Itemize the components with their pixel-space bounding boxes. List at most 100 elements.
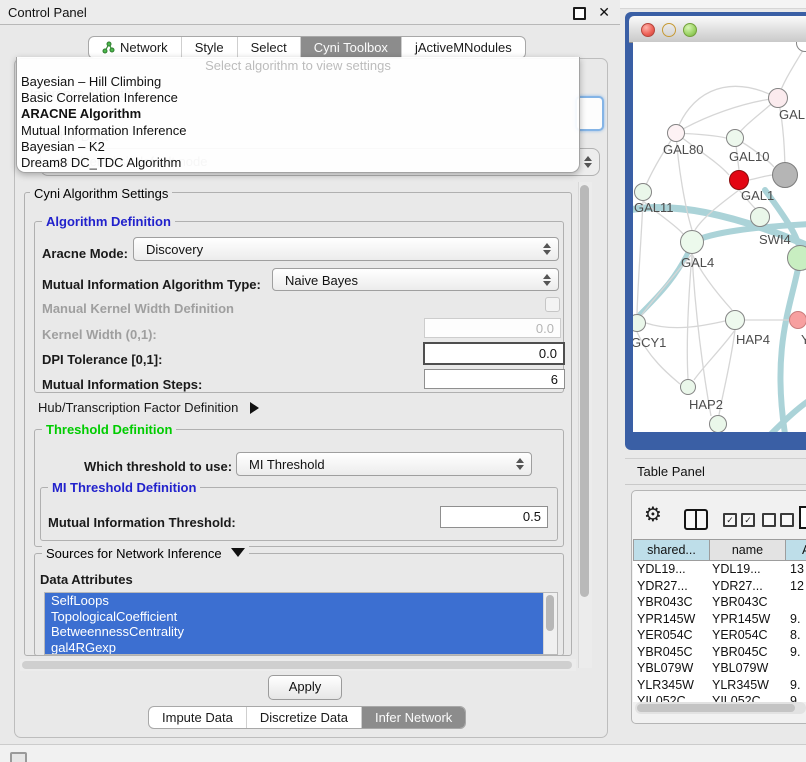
dropdown-item[interactable]: Bayesian – Hill Climbing xyxy=(17,74,579,90)
dropdown-item[interactable]: Bayesian – K2 xyxy=(17,139,579,155)
sources-group-title[interactable]: Sources for Network Inference xyxy=(42,546,249,561)
column-header-cut[interactable]: A xyxy=(786,539,806,561)
node[interactable] xyxy=(750,207,770,227)
cell[interactable]: YLR345W xyxy=(712,678,769,692)
cell[interactable]: YDL19... xyxy=(637,562,686,576)
node-gal4[interactable] xyxy=(680,230,704,254)
hub-definition-expander[interactable]: Hub/Transcription Factor Definition xyxy=(38,400,259,415)
minimize-traffic-light-icon[interactable] xyxy=(662,23,676,37)
network-window-titlebar[interactable] xyxy=(629,16,806,43)
checked-checkbox-icon[interactable]: ✓ xyxy=(723,513,737,527)
table-panel-header: Table Panel xyxy=(625,458,806,485)
cell[interactable]: YBR043C xyxy=(712,595,768,609)
mi-type-combo[interactable]: Naive Bayes xyxy=(272,268,559,291)
algorithm-dropdown-popup: Select algorithm to view settings Bayesi… xyxy=(16,57,580,173)
node-gal11[interactable] xyxy=(634,183,652,201)
panel-grip-icon[interactable] xyxy=(10,752,27,762)
cell[interactable]: 9 xyxy=(790,694,797,702)
cell[interactable]: 9. xyxy=(790,678,800,692)
cell[interactable]: YPR145W xyxy=(712,612,770,626)
stepper-icon xyxy=(543,242,552,256)
node-gal-cut[interactable] xyxy=(768,88,788,108)
unchecked-checkbox-icon[interactable] xyxy=(762,513,776,527)
apply-button[interactable]: Apply xyxy=(268,675,342,700)
tab-cyni-toolbox[interactable]: Cyni Toolbox xyxy=(300,37,401,58)
cell[interactable]: YDR27... xyxy=(712,579,763,593)
close-icon[interactable]: ✕ xyxy=(598,4,610,21)
list-vertical-scrollbar[interactable] xyxy=(543,593,557,654)
node[interactable] xyxy=(709,415,727,432)
dropdown-item[interactable]: Dream8 DC_TDC Algorithm xyxy=(17,155,579,171)
scrollbar-thumb[interactable] xyxy=(546,595,554,631)
kernel-width-field[interactable]: 0.0 xyxy=(424,318,561,338)
node-hap2[interactable] xyxy=(680,379,696,395)
zoom-traffic-light-icon[interactable] xyxy=(683,23,697,37)
dropdown-item[interactable]: Mutual Information Inference xyxy=(17,123,579,139)
tab-jactivemnodules[interactable]: jActiveMNodules xyxy=(401,37,525,58)
node-gal1-red[interactable] xyxy=(729,170,749,190)
cell[interactable]: 13 xyxy=(790,562,804,576)
dpi-tolerance-field[interactable]: 0.0 xyxy=(423,342,565,365)
node-hap4[interactable] xyxy=(725,310,745,330)
cell[interactable]: YIL052C xyxy=(712,694,761,702)
list-item-selected[interactable]: SelfLoops xyxy=(45,593,544,609)
chevron-down-icon xyxy=(231,548,245,557)
cell[interactable]: YBL079W xyxy=(712,661,768,675)
float-window-icon[interactable] xyxy=(573,7,586,20)
manual-kernel-checkbox[interactable] xyxy=(545,297,560,312)
list-item-selected[interactable]: gal4RGexp xyxy=(45,640,544,656)
table-horizontal-scrollbar[interactable] xyxy=(635,702,806,714)
cell[interactable]: YER054C xyxy=(637,628,693,642)
cell[interactable]: YBL079W xyxy=(637,661,693,675)
node-salmon[interactable] xyxy=(789,311,806,329)
cell[interactable]: YBR043C xyxy=(637,595,693,609)
tab-impute-data[interactable]: Impute Data xyxy=(149,707,246,728)
network-canvas[interactable]: GAL GAL80 GAL10 GAL1 GAL11 SWI4 GAL4 GCY… xyxy=(633,42,806,432)
mi-threshold-field[interactable]: 0.5 xyxy=(440,506,548,528)
tab-style[interactable]: Style xyxy=(181,37,237,58)
cell[interactable]: YIL052C xyxy=(637,694,686,702)
cell[interactable]: YDR27... xyxy=(637,579,688,593)
column-header-shared[interactable]: shared... xyxy=(633,539,710,561)
close-traffic-light-icon[interactable] xyxy=(641,23,655,37)
gear-icon[interactable]: ⚙ xyxy=(644,505,662,525)
mi-steps-field[interactable]: 6 xyxy=(424,369,565,389)
which-threshold-combo[interactable]: MI Threshold xyxy=(236,452,532,476)
scrollbar-thumb[interactable] xyxy=(637,704,795,712)
scrollbar-thumb[interactable] xyxy=(22,661,572,669)
settings-horizontal-scrollbar[interactable] xyxy=(20,659,576,671)
cell[interactable]: 8. xyxy=(790,628,800,642)
node-gal80[interactable] xyxy=(667,124,685,142)
cell[interactable]: YBR045C xyxy=(637,645,693,659)
tab-infer-network[interactable]: Infer Network xyxy=(361,707,465,728)
table-function-icon[interactable] xyxy=(799,506,806,529)
checked-checkbox-icon[interactable]: ✓ xyxy=(741,513,755,527)
mi-steps-label: Mutual Information Steps: xyxy=(42,377,202,392)
dropdown-item[interactable]: Basic Correlation Inference xyxy=(17,90,579,106)
cell[interactable]: YER054C xyxy=(712,628,768,642)
node-gal10[interactable] xyxy=(726,129,744,147)
cell[interactable]: YBR045C xyxy=(712,645,768,659)
cell[interactable]: YPR145W xyxy=(637,612,695,626)
unchecked-checkbox-icon[interactable] xyxy=(780,513,794,527)
tab-network[interactable]: Network xyxy=(89,37,181,58)
column-header-name[interactable]: name xyxy=(710,539,786,561)
node-swi4[interactable] xyxy=(787,245,806,271)
tab-discretize-data[interactable]: Discretize Data xyxy=(246,707,361,728)
cell[interactable]: 9. xyxy=(790,612,800,626)
scrollbar-thumb[interactable] xyxy=(580,185,589,597)
tab-select[interactable]: Select xyxy=(237,37,300,58)
cell[interactable]: 9. xyxy=(790,645,800,659)
cyni-algorithm-settings-title: Cyni Algorithm Settings xyxy=(30,186,172,201)
settings-vertical-scrollbar[interactable] xyxy=(578,182,592,668)
node-gray[interactable] xyxy=(772,162,798,188)
cyni-bottom-tabbar: Impute Data Discretize Data Infer Networ… xyxy=(148,706,466,729)
cell[interactable]: YDL19... xyxy=(712,562,761,576)
cell[interactable]: 12 xyxy=(790,579,804,593)
dropdown-item-selected[interactable]: ARACNE Algorithm xyxy=(17,106,579,122)
cell[interactable]: YLR345W xyxy=(637,678,694,692)
list-item-selected[interactable]: TopologicalCoefficient xyxy=(45,609,544,625)
list-item-selected[interactable]: BetweennessCentrality xyxy=(45,624,544,640)
aracne-mode-combo[interactable]: Discovery xyxy=(133,237,559,261)
split-columns-icon[interactable] xyxy=(684,509,708,530)
